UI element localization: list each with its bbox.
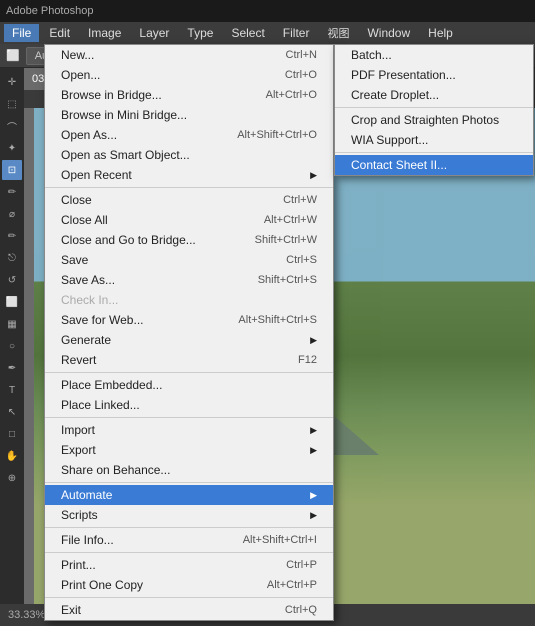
menu-print-one-copy[interactable]: Print One CopyAlt+Ctrl+P — [45, 575, 333, 595]
menu-open-smart-object[interactable]: Open as Smart Object... — [45, 145, 333, 165]
gradient-tool[interactable]: ▦ — [2, 314, 22, 334]
menu-revert[interactable]: RevertF12 — [45, 350, 333, 370]
menu-exit[interactable]: ExitCtrl+Q — [45, 600, 333, 620]
zoom-level: 33.33% — [8, 609, 45, 621]
separator-7 — [45, 597, 333, 598]
menu-open[interactable]: Open...Ctrl+O — [45, 65, 333, 85]
separator-3 — [45, 417, 333, 418]
menu-crop-straighten[interactable]: Crop and Straighten Photos — [335, 110, 533, 130]
menu-open-recent[interactable]: Open Recent — [45, 165, 333, 185]
title-bar: Adobe Photoshop — [0, 0, 535, 22]
menu-help[interactable]: Help — [420, 24, 461, 42]
menu-batch[interactable]: Batch... — [335, 45, 533, 65]
menu-type[interactable]: Type — [179, 24, 221, 42]
menu-edit[interactable]: Edit — [41, 24, 78, 42]
menu-browse-mini-bridge[interactable]: Browse in Mini Bridge... — [45, 105, 333, 125]
lasso-tool[interactable]: ⌒ — [2, 116, 22, 136]
menu-automate[interactable]: Automate — [45, 485, 333, 505]
shape-tool[interactable]: □ — [2, 424, 22, 444]
menu-window[interactable]: Window — [359, 24, 418, 42]
menu-check-in: Check In... — [45, 290, 333, 310]
menu-image[interactable]: Image — [80, 24, 129, 42]
eyedropper-tool[interactable]: ✏ — [2, 182, 22, 202]
title-text: Adobe Photoshop — [6, 5, 93, 17]
menu-filter[interactable]: Filter — [275, 24, 318, 42]
menu-place-embedded[interactable]: Place Embedded... — [45, 375, 333, 395]
menu-contact-sheet[interactable]: Contact Sheet II... — [335, 155, 533, 175]
separator-1 — [45, 187, 333, 188]
menu-file[interactable]: File — [4, 24, 39, 42]
options-spacer: ⬜ — [6, 49, 20, 62]
menu-export[interactable]: Export — [45, 440, 333, 460]
menu-open-as[interactable]: Open As...Alt+Shift+Ctrl+O — [45, 125, 333, 145]
menu-import[interactable]: Import — [45, 420, 333, 440]
separator-2 — [45, 372, 333, 373]
menu-save-web[interactable]: Save for Web...Alt+Shift+Ctrl+S — [45, 310, 333, 330]
hand-tool[interactable]: ✋ — [2, 446, 22, 466]
move-tool[interactable]: ✛ — [2, 72, 22, 92]
healing-brush-tool[interactable]: ⌀ — [2, 204, 22, 224]
menu-close-all[interactable]: Close AllAlt+Ctrl+W — [45, 210, 333, 230]
left-toolbar: ✛ ⬚ ⌒ ✦ ⊡ ✏ ⌀ ✏ ⎋ ↺ ⬜ ▦ ○ ✒ T ↖ □ ✋ ⊕ — [0, 68, 24, 604]
menu-bar: File Edit Image Layer Type Select Filter… — [0, 22, 535, 44]
automate-sep-2 — [335, 152, 533, 153]
menu-browse-bridge[interactable]: Browse in Bridge...Alt+Ctrl+O — [45, 85, 333, 105]
menu-wia-support[interactable]: WIA Support... — [335, 130, 533, 150]
menu-save[interactable]: SaveCtrl+S — [45, 250, 333, 270]
dodge-tool[interactable]: ○ — [2, 336, 22, 356]
path-selection-tool[interactable]: ↖ — [2, 402, 22, 422]
separator-5 — [45, 527, 333, 528]
menu-print[interactable]: Print...Ctrl+P — [45, 555, 333, 575]
automate-submenu: Batch... PDF Presentation... Create Drop… — [334, 44, 534, 176]
zoom-tool[interactable]: ⊕ — [2, 468, 22, 488]
marquee-tool[interactable]: ⬚ — [2, 94, 22, 114]
menu-new[interactable]: New...Ctrl+N — [45, 45, 333, 65]
menu-save-as[interactable]: Save As...Shift+Ctrl+S — [45, 270, 333, 290]
menu-share-behance[interactable]: Share on Behance... — [45, 460, 333, 480]
quick-select-tool[interactable]: ✦ — [2, 138, 22, 158]
menu-select[interactable]: Select — [223, 24, 272, 42]
menu-view[interactable]: 视图 — [319, 23, 357, 43]
menu-layer[interactable]: Layer — [131, 24, 177, 42]
menu-generate[interactable]: Generate — [45, 330, 333, 350]
brush-tool[interactable]: ✏ — [2, 226, 22, 246]
eraser-tool[interactable]: ⬜ — [2, 292, 22, 312]
menu-close[interactable]: CloseCtrl+W — [45, 190, 333, 210]
separator-6 — [45, 552, 333, 553]
clone-stamp-tool[interactable]: ⎋ — [2, 248, 22, 268]
menu-create-droplet[interactable]: Create Droplet... — [335, 85, 533, 105]
separator-4 — [45, 482, 333, 483]
menu-close-go-bridge[interactable]: Close and Go to Bridge...Shift+Ctrl+W — [45, 230, 333, 250]
crop-tool[interactable]: ⊡ — [2, 160, 22, 180]
menu-place-linked[interactable]: Place Linked... — [45, 395, 333, 415]
history-brush-tool[interactable]: ↺ — [2, 270, 22, 290]
menu-pdf-presentation[interactable]: PDF Presentation... — [335, 65, 533, 85]
menu-file-info[interactable]: File Info...Alt+Shift+Ctrl+I — [45, 530, 333, 550]
automate-sep-1 — [335, 107, 533, 108]
pen-tool[interactable]: ✒ — [2, 358, 22, 378]
file-dropdown: New...Ctrl+N Open...Ctrl+O Browse in Bri… — [44, 44, 334, 621]
menu-scripts[interactable]: Scripts — [45, 505, 333, 525]
type-tool[interactable]: T — [2, 380, 22, 400]
